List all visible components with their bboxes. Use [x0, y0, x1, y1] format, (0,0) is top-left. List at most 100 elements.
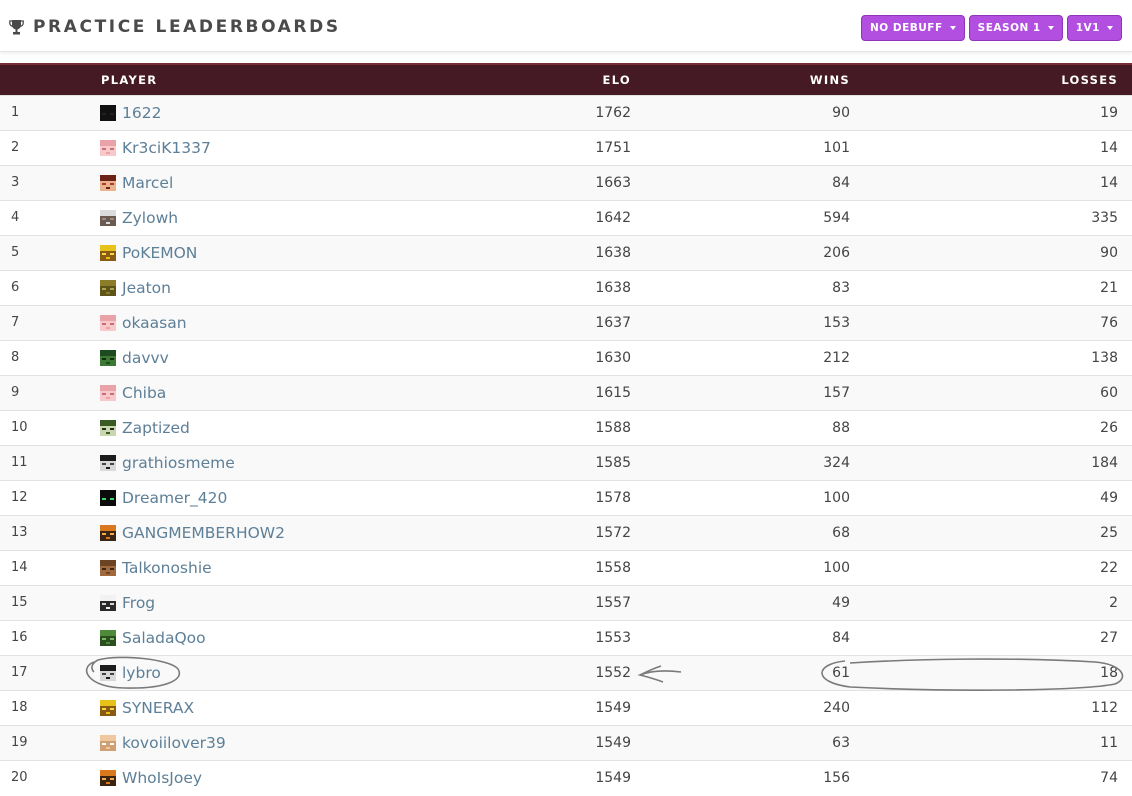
top-bar: PRACTICE LEADERBOARDS NO DEBUFF SEASON 1… — [0, 0, 1132, 52]
player-name-link[interactable]: SYNERAX — [122, 699, 194, 717]
losses-cell: 11 — [1100, 734, 1118, 751]
elo-cell: 1552 — [595, 664, 631, 681]
player-cell: SYNERAX — [100, 690, 531, 725]
losses-cell: 112 — [1091, 699, 1118, 716]
losses-cell: 2 — [1109, 594, 1118, 611]
wins-cell: 84 — [832, 174, 850, 191]
player-cell: Kr3ciK1337 — [100, 130, 531, 165]
table-row: 2 Kr3ciK1337 1751 101 14 — [0, 130, 1132, 165]
player-name-link[interactable]: GANGMEMBERHOW2 — [122, 524, 285, 542]
caret-down-icon — [949, 26, 956, 30]
player-avatar-icon — [100, 349, 116, 366]
elo-cell: 1553 — [595, 629, 631, 646]
player-entry: lybro — [100, 664, 531, 682]
player-name-link[interactable]: davvv — [122, 349, 169, 367]
mode-filter-dropdown[interactable]: 1V1 — [1066, 15, 1122, 41]
player-name-link[interactable]: okaasan — [122, 314, 187, 332]
player-cell: WhoIsJoey — [100, 760, 531, 795]
player-cell: Marcel — [100, 165, 531, 200]
player-entry: SYNERAX — [100, 699, 531, 717]
elo-cell: 1588 — [595, 419, 631, 436]
losses-cell: 26 — [1100, 419, 1118, 436]
leaderboard-body: 1 1622 1762 90 19 2 Kr3ciK1337 1751 101 14 3 Marcel… — [0, 95, 1132, 795]
wins-cell: 61 — [832, 664, 850, 681]
player-avatar-icon — [100, 734, 116, 751]
losses-cell: 49 — [1100, 489, 1118, 506]
rank-cell: 20 — [11, 770, 28, 786]
losses-cell: 184 — [1091, 454, 1118, 471]
player-name-link[interactable]: 1622 — [122, 104, 161, 122]
wins-cell: 83 — [832, 279, 850, 296]
elo-cell: 1558 — [595, 559, 631, 576]
rank-cell: 4 — [11, 210, 20, 225]
rank-cell: 5 — [11, 245, 20, 260]
player-entry: WhoIsJoey — [100, 769, 531, 787]
player-name-link[interactable]: Marcel — [122, 174, 173, 192]
table-row: 1 1622 1762 90 19 — [0, 95, 1132, 130]
rank-cell: 14 — [11, 560, 28, 575]
losses-cell: 19 — [1100, 104, 1118, 121]
elo-cell: 1638 — [595, 279, 631, 296]
player-name-link[interactable]: SaladaQoo — [122, 629, 206, 647]
wins-cell: 49 — [832, 594, 850, 611]
rank-cell: 18 — [11, 700, 28, 715]
rank-cell: 16 — [11, 630, 28, 645]
player-name-link[interactable]: grathiosmeme — [122, 454, 235, 472]
caret-down-icon — [1047, 26, 1054, 30]
player-name-link[interactable]: Dreamer_420 — [122, 489, 227, 507]
table-row: 4 Zylowh 1642 594 335 — [0, 200, 1132, 235]
season-filter-dropdown[interactable]: SEASON 1 — [968, 15, 1063, 41]
player-avatar-icon — [100, 559, 116, 576]
player-entry: Chiba — [100, 384, 531, 402]
table-row: 9 Chiba 1615 157 60 — [0, 375, 1132, 410]
player-cell: Talkonoshie — [100, 550, 531, 585]
player-entry: kovoiilover39 — [100, 734, 531, 752]
player-cell: PoKEMON — [100, 235, 531, 270]
player-entry: davvv — [100, 349, 531, 367]
rank-column-header — [0, 64, 100, 95]
player-name-link[interactable]: kovoiilover39 — [122, 734, 226, 752]
losses-cell: 90 — [1100, 244, 1118, 261]
player-name-link[interactable]: PoKEMON — [122, 244, 197, 262]
table-row: 7 okaasan 1637 153 76 — [0, 305, 1132, 340]
player-name-link[interactable]: lybro — [122, 664, 161, 682]
elo-cell: 1585 — [595, 454, 631, 471]
player-cell: Jeaton — [100, 270, 531, 305]
table-row: 5 PoKEMON 1638 206 90 — [0, 235, 1132, 270]
rank-cell: 19 — [11, 735, 28, 750]
player-name-link[interactable]: Zylowh — [122, 209, 178, 227]
player-entry: GANGMEMBERHOW2 — [100, 524, 531, 542]
player-name-link[interactable]: WhoIsJoey — [122, 769, 202, 787]
losses-cell: 74 — [1100, 769, 1118, 786]
player-avatar-icon — [100, 524, 116, 541]
player-entry: Zaptized — [100, 419, 531, 437]
losses-cell: 138 — [1091, 349, 1118, 366]
player-name-link[interactable]: Jeaton — [122, 279, 171, 297]
player-entry: PoKEMON — [100, 244, 531, 262]
elo-cell: 1578 — [595, 489, 631, 506]
player-name-link[interactable]: Talkonoshie — [122, 559, 212, 577]
player-name-link[interactable]: Kr3ciK1337 — [122, 139, 211, 157]
rank-cell: 17 — [11, 665, 28, 680]
player-cell: lybro — [100, 655, 531, 690]
wins-cell: 206 — [823, 244, 850, 261]
wins-column-header: WINS — [809, 72, 850, 87]
player-name-link[interactable]: Chiba — [122, 384, 166, 402]
wins-cell: 594 — [823, 209, 850, 226]
mode-filter-label: 1V1 — [1075, 22, 1100, 34]
losses-cell: 27 — [1100, 629, 1118, 646]
player-name-link[interactable]: Frog — [122, 594, 155, 612]
player-avatar-icon — [100, 419, 116, 436]
elo-cell: 1549 — [595, 769, 631, 786]
losses-cell: 18 — [1100, 664, 1118, 681]
kit-filter-dropdown[interactable]: NO DEBUFF — [861, 15, 965, 41]
player-avatar-icon — [100, 174, 116, 191]
table-row: 17 lybro 1552 61 18 — [0, 655, 1132, 690]
season-filter-label: SEASON 1 — [977, 22, 1041, 34]
rank-cell: 12 — [11, 490, 28, 505]
wins-cell: 84 — [832, 629, 850, 646]
player-cell: Dreamer_420 — [100, 480, 531, 515]
player-avatar-icon — [100, 594, 116, 611]
player-name-link[interactable]: Zaptized — [122, 419, 190, 437]
wins-cell: 88 — [832, 419, 850, 436]
